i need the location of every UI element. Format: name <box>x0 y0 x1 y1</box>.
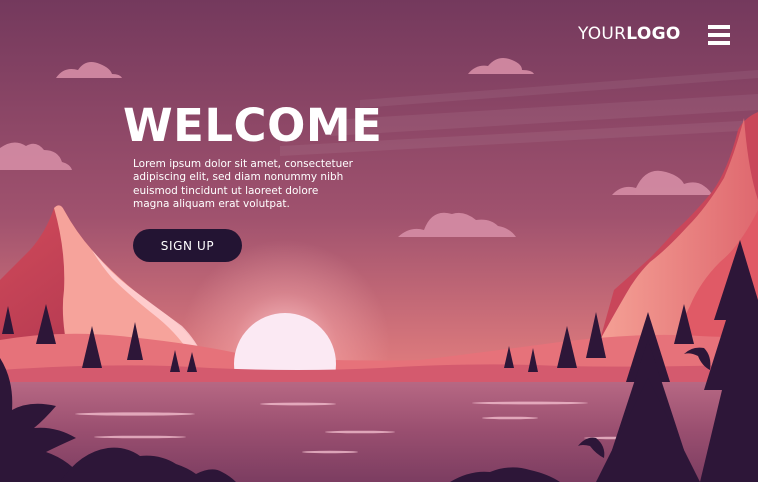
logo-text-light: YOUR <box>578 24 627 44</box>
menu-icon-bar <box>708 41 730 45</box>
welcome-title: WELCOME <box>123 99 383 152</box>
sign-up-button[interactable]: SIGN UP <box>133 229 242 262</box>
menu-icon-bar <box>708 33 730 37</box>
menu-icon-bar <box>708 25 730 29</box>
sunset-landscape-illustration <box>0 0 758 482</box>
description-line: magna aliquam erat volutpat. <box>133 197 290 210</box>
description-line: adipiscing elit, sed diam nonummy nibh <box>133 171 344 184</box>
welcome-description: Lorem ipsum dolor sit amet, consectetuer… <box>133 158 383 211</box>
description-line: Lorem ipsum dolor sit amet, consectetuer <box>133 158 353 170</box>
brand-logo[interactable]: YOURLOGO <box>578 24 681 44</box>
logo-text-bold: LOGO <box>626 24 681 44</box>
description-line: euismod tincidunt ut laoreet dolore <box>133 184 319 197</box>
hamburger-menu-icon[interactable] <box>708 25 730 45</box>
landing-page: YOURLOGO WELCOME Lorem ipsum dolor sit a… <box>0 0 758 482</box>
